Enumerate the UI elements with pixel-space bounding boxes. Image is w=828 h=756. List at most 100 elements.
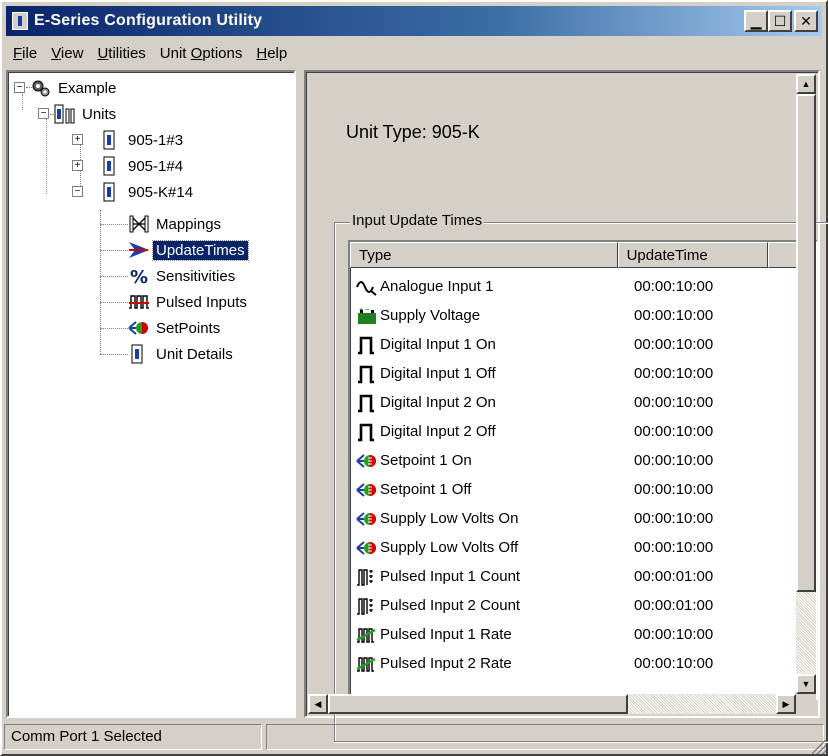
menu-bar: File View Utilities Unit Options Help — [6, 38, 822, 68]
update-time-cell: 00:00:10:00 — [634, 336, 714, 353]
arrow-left-icon: ◀ — [314, 698, 322, 709]
percent-icon: % — [130, 267, 148, 286]
update-time-cell: 00:00:01:00 — [634, 597, 714, 614]
minimize-icon: ▁ — [750, 13, 762, 29]
tree-node-units[interactable]: Units — [54, 102, 119, 126]
column-header-update-time[interactable]: UpdateTime — [617, 242, 769, 268]
type-label: Supply Voltage — [380, 307, 481, 324]
pulse-count-icon — [357, 597, 373, 615]
pulse-icon — [358, 336, 374, 354]
table-row[interactable]: Supply Low Volts On 00:00:10:00 — [350, 504, 816, 533]
tree-node-unit-1[interactable]: 905-1#3 — [100, 128, 186, 152]
scroll-left-button[interactable]: ◀ — [308, 694, 328, 714]
scroll-right-button[interactable]: ▶ — [776, 694, 796, 714]
tree-node-sensitivities[interactable]: % Sensitivities — [128, 264, 238, 288]
collapse-toggle-units[interactable]: − — [38, 108, 49, 119]
menu-view[interactable]: View — [44, 45, 90, 62]
type-label: Supply Low Volts On — [380, 510, 519, 527]
column-header-type[interactable]: Type — [350, 242, 618, 268]
update-time-cell: 00:00:10:00 — [634, 481, 714, 498]
update-time-cell: 00:00:10:00 — [634, 423, 714, 440]
analogue-icon — [356, 280, 377, 296]
collapse-toggle-example[interactable]: − — [14, 82, 25, 93]
tree-label: 905-1#4 — [128, 157, 184, 175]
expand-toggle-unit-2[interactable]: + — [72, 160, 83, 171]
tree-node-unit-details[interactable]: Unit Details — [128, 342, 236, 366]
menu-unit-options[interactable]: Unit Options — [153, 45, 250, 62]
tree-label: Unit Details — [156, 345, 233, 363]
tree-node-update-times[interactable]: UpdateTimes — [128, 238, 249, 262]
setpoint-icon — [356, 453, 376, 468]
tree-label: 905-K#14 — [128, 183, 194, 201]
table-row[interactable]: + − Supply Voltage 00:00:10:00 — [350, 301, 816, 330]
table-row[interactable]: Pulsed Input 2 Count 00:00:01:00 — [350, 591, 816, 620]
maximize-icon: ☐ — [773, 13, 787, 29]
type-cell: Supply Low Volts Off — [350, 538, 620, 558]
type-label: Digital Input 2 On — [380, 394, 496, 411]
scroll-thumb[interactable] — [796, 94, 816, 592]
menu-help[interactable]: Help — [249, 45, 294, 62]
menu-utilities[interactable]: Utilities — [90, 45, 152, 62]
vertical-scrollbar[interactable]: ▲ ▼ — [796, 74, 816, 694]
scroll-up-button[interactable]: ▲ — [796, 74, 816, 94]
update-time-cell: 00:00:10:00 — [634, 539, 714, 556]
unit-icon — [103, 130, 115, 150]
type-cell: Analogue Input 1 — [350, 277, 620, 297]
table-row[interactable]: Pulsed Input 2 Rate 00:00:10:00 — [350, 649, 816, 678]
svg-text:%: % — [130, 267, 148, 286]
expand-toggle-unit-1[interactable]: + — [72, 134, 83, 145]
gears-icon — [32, 80, 50, 97]
tree-view[interactable]: − Example − Units + 905-1#3 + 905-1#4 − — [6, 70, 296, 718]
type-cell: Pulsed Input 1 Rate — [350, 625, 620, 645]
title-bar[interactable]: E-Series Configuration Utility ▁ ☐ ✕ — [6, 6, 822, 36]
table-row[interactable]: Digital Input 1 Off 00:00:10:00 — [350, 359, 816, 388]
table-row[interactable]: Digital Input 2 On 00:00:10:00 — [350, 388, 816, 417]
unit-icon — [103, 156, 115, 176]
close-button[interactable]: ✕ — [794, 10, 818, 32]
collapse-toggle-unit-3[interactable]: − — [72, 186, 83, 197]
type-cell: Pulsed Input 1 Count — [350, 567, 620, 587]
unit-details-icon — [131, 344, 143, 364]
tree-node-setpoints[interactable]: SetPoints — [128, 316, 223, 340]
maximize-button[interactable]: ☐ — [768, 10, 792, 32]
hscroll-thumb[interactable] — [328, 694, 628, 714]
tree-node-example[interactable]: Example — [30, 76, 119, 100]
menu-file[interactable]: File — [6, 45, 44, 62]
tree-label: Sensitivities — [156, 267, 236, 285]
table-row[interactable]: Pulsed Input 1 Count 00:00:01:00 — [350, 562, 816, 591]
tree-node-unit-3[interactable]: 905-K#14 — [100, 180, 196, 204]
horizontal-scrollbar[interactable]: ◀ ▶ — [308, 694, 796, 714]
tree-node-mappings[interactable]: Mappings — [128, 212, 224, 236]
setpoint-icon — [356, 540, 376, 555]
table-row[interactable]: Supply Low Volts Off 00:00:10:00 — [350, 533, 816, 562]
resize-grip-icon[interactable] — [812, 740, 826, 754]
tree-node-pulsed-inputs[interactable]: Pulsed Inputs — [128, 290, 250, 314]
table-row[interactable]: Setpoint 1 Off 00:00:10:00 — [350, 475, 816, 504]
list-header: Type UpdateTime — [350, 242, 816, 268]
type-cell: Digital Input 1 Off — [350, 364, 620, 384]
update-time-cell: 00:00:10:00 — [634, 452, 714, 469]
table-row[interactable]: Setpoint 1 On 00:00:10:00 — [350, 446, 816, 475]
status-text: Comm Port 1 Selected — [4, 724, 262, 750]
close-icon: ✕ — [800, 13, 812, 29]
tree-label: SetPoints — [156, 319, 221, 337]
table-row[interactable]: Digital Input 1 On 00:00:10:00 — [350, 330, 816, 359]
window-title: E-Series Configuration Utility — [34, 12, 263, 29]
minimize-button[interactable]: ▁ — [744, 10, 768, 32]
pulse-icon — [358, 365, 374, 383]
update-time-cell: 00:00:10:00 — [634, 510, 714, 527]
scroll-down-button[interactable]: ▼ — [796, 674, 816, 694]
type-label: Pulsed Input 1 Rate — [380, 626, 512, 643]
update-times-list[interactable]: Type UpdateTime Analogue Input 1 00:00:10… — [348, 240, 818, 700]
table-row[interactable]: Pulsed Input 1 Rate 00:00:10:00 — [350, 620, 816, 649]
tree-label: Units — [82, 105, 117, 123]
table-row[interactable]: Digital Input 2 Off 00:00:10:00 — [350, 417, 816, 446]
tree-node-unit-2[interactable]: 905-1#4 — [100, 154, 186, 178]
type-cell: Digital Input 2 On — [350, 393, 620, 413]
details-pane: Unit Type: 905-K Input Update Times Type… — [304, 70, 828, 742]
table-row[interactable]: Analogue Input 1 00:00:10:00 — [350, 272, 816, 301]
arrow-up-icon: ▲ — [801, 79, 811, 89]
update-time-cell: 00:00:10:00 — [634, 626, 714, 643]
status-bar: Comm Port 1 Selected — [4, 724, 824, 750]
pulse-count-icon — [357, 568, 373, 586]
